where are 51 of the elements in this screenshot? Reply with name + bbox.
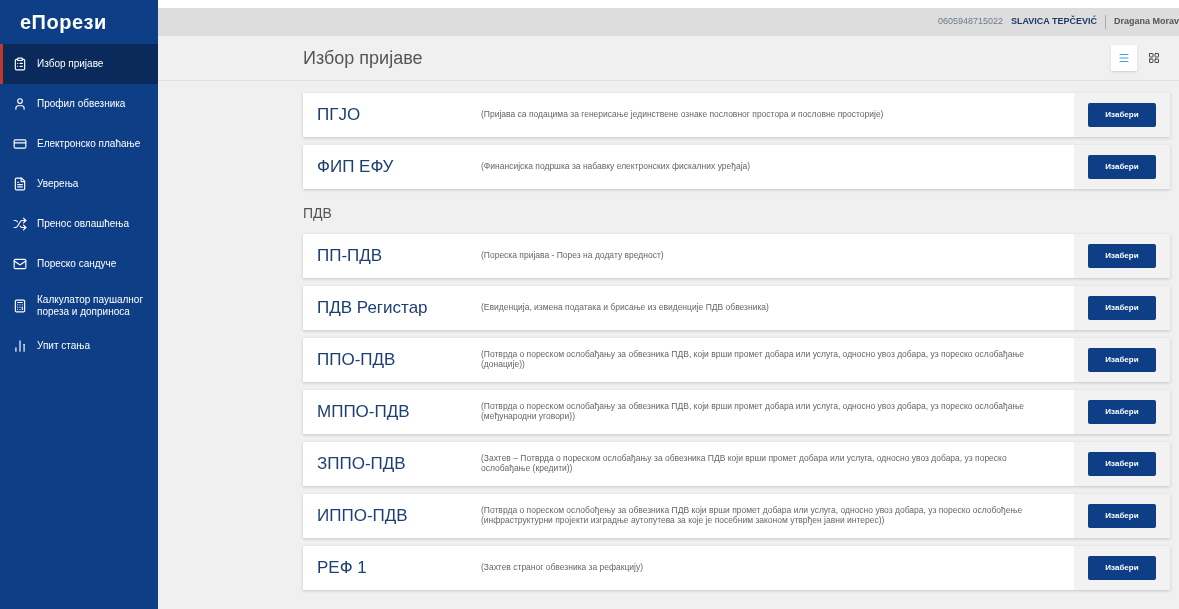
form-code: ПДВ Регистар xyxy=(316,297,429,320)
select-button[interactable]: Изабери xyxy=(1088,155,1156,179)
mail-icon xyxy=(13,257,27,271)
select-button[interactable]: Изабери xyxy=(1088,504,1156,528)
section-heading: ПДВ xyxy=(303,204,333,223)
select-button[interactable]: Изабери xyxy=(1088,103,1156,127)
sidebar-item[interactable]: Пренос овлашћења xyxy=(0,204,158,244)
shuffle-icon xyxy=(13,217,27,231)
clipboard-icon xyxy=(13,57,27,71)
form-code: ПГЈО xyxy=(316,104,362,127)
card-icon xyxy=(13,137,27,151)
form-code: ИППО-ПДВ xyxy=(316,505,409,528)
select-button[interactable]: Изабери xyxy=(1088,244,1156,268)
user-name: SLAVICA TEPČEVIĆ xyxy=(1010,15,1097,29)
calculator-icon xyxy=(13,299,27,313)
select-button[interactable]: Изабери xyxy=(1088,556,1156,580)
sidebar-item[interactable]: Упит стања xyxy=(0,326,158,366)
form-description: (Потврда о пореском ослобођењу за обвезника ПДВ који врши промет добара или услуга, односно увоз добара, уз пореско ослобођење (инфраструктурни пројекти изградње аутопутева за које је посебним законом утврђен јавни интерес)) xyxy=(481,506,1024,526)
sidebar-item[interactable]: Профил обвезника xyxy=(0,84,158,124)
list-icon xyxy=(1118,52,1130,64)
form-code: МППО-ПДВ xyxy=(316,401,411,424)
select-button[interactable]: Изабери xyxy=(1088,400,1156,424)
form-code: ЗППО-ПДВ xyxy=(316,453,407,476)
form-description: (Пријава са подацима за генерисање јединствене ознаке пословног простора и пословне просторије) xyxy=(481,110,885,120)
form-description: (Евиденција, измена података и брисање из евиденције ПДВ обвезника) xyxy=(481,303,770,313)
select-button[interactable]: Изабери xyxy=(1088,296,1156,320)
form-code: ППО-ПДВ xyxy=(316,349,397,372)
sidebar-item[interactable]: Избор пријаве xyxy=(0,44,158,84)
chart-icon xyxy=(13,339,27,353)
person-icon xyxy=(13,97,27,111)
form-description: (Потврда о пореском ослобађању за обвезника ПДВ, који врши промет добара или услуга, односно увоз добара, уз пореско ослобађање (донације)) xyxy=(481,350,1026,370)
grid-icon xyxy=(1148,52,1160,64)
sidebar-item[interactable]: Пореско сандуче xyxy=(0,244,158,284)
form-code: РЕФ 1 xyxy=(316,557,368,580)
other-user: Dragana Morav xyxy=(1113,15,1179,29)
form-description: (Захтев – Потврда о пореском ослобађању за обвезника ПДВ који врши промет добара или услуга, односно увоз добара, уз пореско ослобађање (кредити)) xyxy=(481,454,1008,474)
page-title: Избор пријаве xyxy=(303,46,423,70)
form-description: (Захтев страног обвезника за рефакцију) xyxy=(481,563,645,573)
document-icon xyxy=(13,177,27,191)
sidebar-item[interactable]: Уверења xyxy=(0,164,158,204)
form-description: (Финансијска подршка за набавку електронских фискалних уређаја) xyxy=(481,162,752,172)
id-number: 0605948715022 xyxy=(937,15,1003,29)
select-button[interactable]: Изабери xyxy=(1088,452,1156,476)
logo: еПорези xyxy=(19,10,108,35)
form-code: ФИП ЕФУ xyxy=(316,156,395,179)
sidebar-item[interactable]: Електронско плаћање xyxy=(0,124,158,164)
select-button[interactable]: Изабери xyxy=(1088,348,1156,372)
form-code: ПП-ПДВ xyxy=(316,245,384,268)
sidebar-item[interactable]: Калкулатор паушалног пореза и доприноса xyxy=(0,286,158,326)
form-description: (Потврда о пореском ослобађању за обвезника ПДВ, који врши промет добара или услуга, односно увоз добара, уз пореско ослобађање (међународни уговори)) xyxy=(481,402,1026,422)
form-description: (Пореска пријава - Порез на додату вредност) xyxy=(481,251,665,261)
